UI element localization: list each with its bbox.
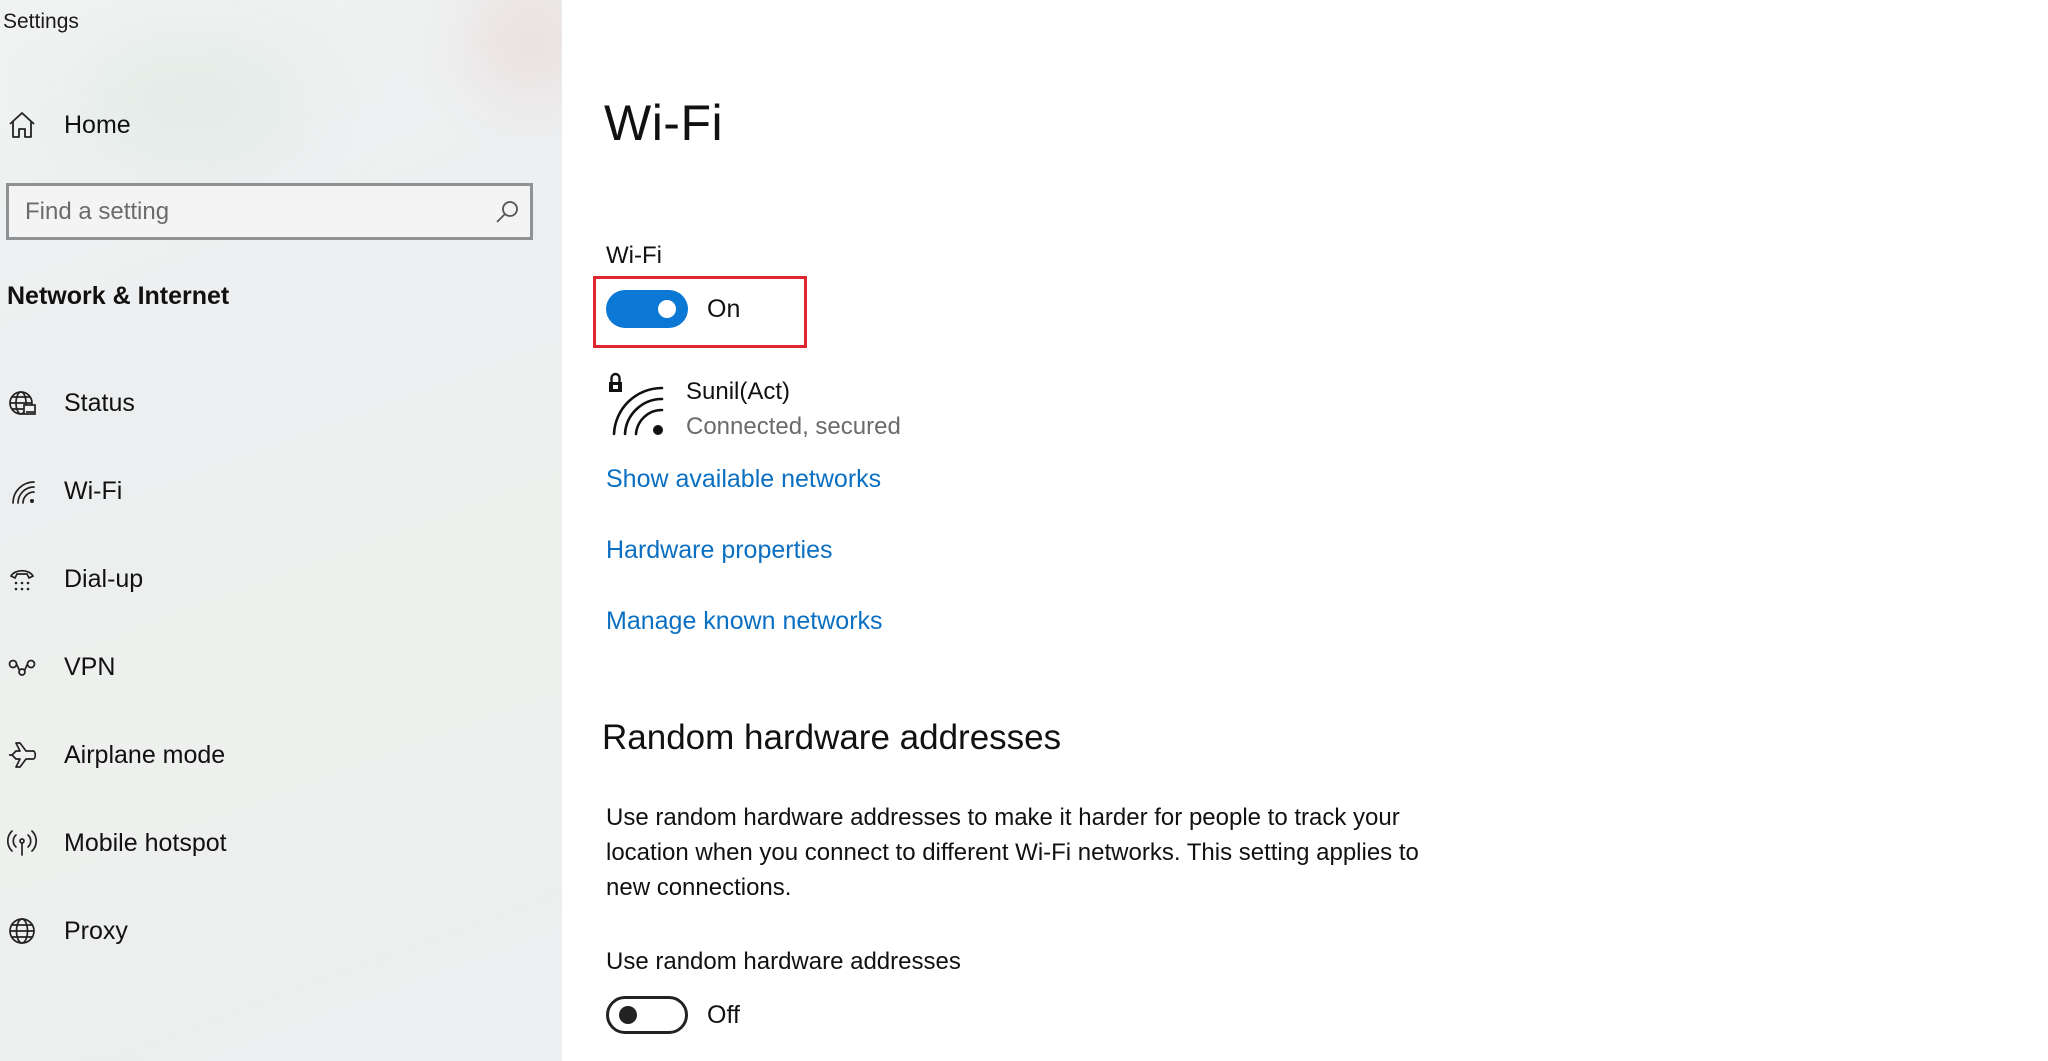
network-status: Connected, secured bbox=[686, 413, 901, 440]
settings-window: Settings Home Network & Internet bbox=[0, 0, 2048, 1061]
sidebar-tint bbox=[470, 0, 562, 100]
sidebar-item-label: Home bbox=[64, 110, 131, 139]
globe-status-icon bbox=[6, 387, 38, 419]
sidebar-item-airplane-mode[interactable]: Airplane mode bbox=[0, 725, 560, 785]
sidebar-item-label: Dial-up bbox=[64, 564, 144, 593]
globe-icon bbox=[6, 915, 38, 947]
toggle-knob bbox=[658, 300, 676, 318]
random-hardware-toggle-state: Off bbox=[707, 1001, 740, 1029]
random-hardware-addresses-heading: Random hardware addresses bbox=[602, 718, 1062, 757]
wifi-secured-icon bbox=[609, 372, 664, 436]
random-hardware-toggle[interactable] bbox=[606, 996, 688, 1034]
search-input[interactable] bbox=[23, 186, 463, 237]
dialup-icon bbox=[6, 563, 38, 595]
sidebar-item-proxy[interactable]: Proxy bbox=[0, 901, 560, 961]
page-title: Wi-Fi bbox=[604, 95, 724, 151]
manage-known-networks-link[interactable]: Manage known networks bbox=[606, 607, 883, 636]
sidebar-item-label: Wi-Fi bbox=[64, 476, 123, 505]
sidebar-item-label: VPN bbox=[64, 652, 116, 681]
main-content: Wi-Fi Wi-Fi On Sunil(Act) Connected, sec… bbox=[562, 0, 2048, 1061]
sidebar-item-label: Proxy bbox=[64, 916, 128, 945]
search-box bbox=[6, 183, 533, 240]
app-title: Settings bbox=[3, 10, 79, 33]
sidebar-item-label: Status bbox=[64, 388, 135, 417]
random-hardware-addresses-description: Use random hardware addresses to make it… bbox=[606, 804, 1419, 901]
sidebar-item-label: Airplane mode bbox=[64, 740, 226, 769]
search-icon[interactable] bbox=[494, 199, 520, 225]
vpn-icon bbox=[6, 651, 38, 683]
section-title: Network & Internet bbox=[7, 282, 230, 310]
random-hardware-toggle-caption: Use random hardware addresses bbox=[606, 948, 961, 975]
hotspot-icon bbox=[6, 827, 38, 859]
airplane-icon bbox=[6, 739, 38, 771]
hardware-properties-link[interactable]: Hardware properties bbox=[606, 536, 833, 565]
home-icon bbox=[6, 109, 38, 141]
sidebar-item-wifi[interactable]: Wi-Fi bbox=[0, 461, 560, 521]
wifi-toggle-caption: Wi-Fi bbox=[606, 242, 662, 269]
toggle-knob bbox=[619, 1006, 637, 1024]
sidebar-item-dialup[interactable]: Dial-up bbox=[0, 549, 560, 609]
sidebar: Settings Home Network & Internet bbox=[0, 0, 562, 1061]
network-name[interactable]: Sunil(Act) bbox=[686, 378, 790, 406]
wifi-toggle-state: On bbox=[707, 295, 741, 323]
sidebar-item-mobile-hotspot[interactable]: Mobile hotspot bbox=[0, 813, 560, 873]
wifi-icon bbox=[6, 475, 38, 507]
wifi-toggle[interactable] bbox=[606, 290, 688, 328]
sidebar-item-home[interactable]: Home bbox=[0, 95, 560, 155]
sidebar-item-label: Mobile hotspot bbox=[64, 828, 227, 857]
sidebar-item-vpn[interactable]: VPN bbox=[0, 637, 560, 697]
show-available-networks-link[interactable]: Show available networks bbox=[606, 465, 881, 494]
sidebar-item-status[interactable]: Status bbox=[0, 373, 560, 433]
